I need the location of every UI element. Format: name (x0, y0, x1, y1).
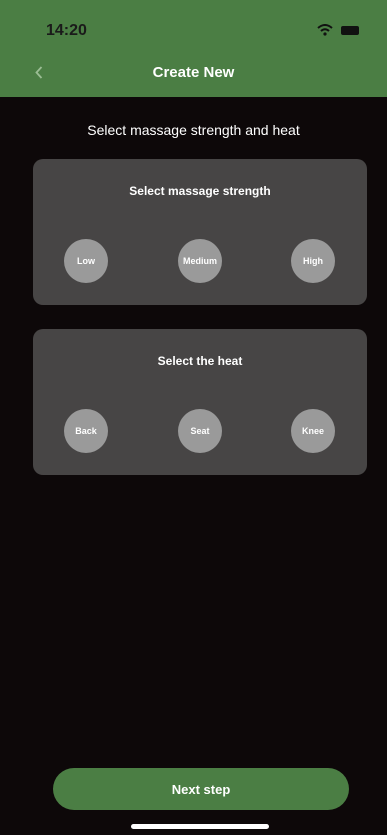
wifi-icon (317, 24, 333, 36)
next-step-button[interactable]: Next step (53, 768, 349, 810)
heat-option-seat[interactable]: Seat (178, 409, 222, 453)
home-indicator[interactable] (131, 824, 269, 829)
header-bar: 14:20 Create New (0, 0, 387, 97)
strength-option-medium[interactable]: Medium (178, 239, 222, 283)
status-icons (317, 24, 359, 36)
screen: 14:20 Create New Select massage strength… (0, 0, 387, 835)
battery-icon (341, 25, 359, 35)
strength-option-high[interactable]: High (291, 239, 335, 283)
heat-card-title: Select the heat (157, 354, 243, 368)
heat-option-back[interactable]: Back (64, 409, 108, 453)
heat-card: Select the heat Back Seat Knee (33, 329, 367, 475)
strength-option-low[interactable]: Low (64, 239, 108, 283)
strength-card: Select massage strength Low Medium High (33, 159, 367, 305)
strength-card-title: Select massage strength (129, 184, 271, 198)
page-title: Create New (152, 64, 235, 81)
page-subtitle: Select massage strength and heat (87, 122, 300, 138)
status-time: 14:20 (46, 22, 87, 39)
heat-option-knee[interactable]: Knee (291, 409, 335, 453)
